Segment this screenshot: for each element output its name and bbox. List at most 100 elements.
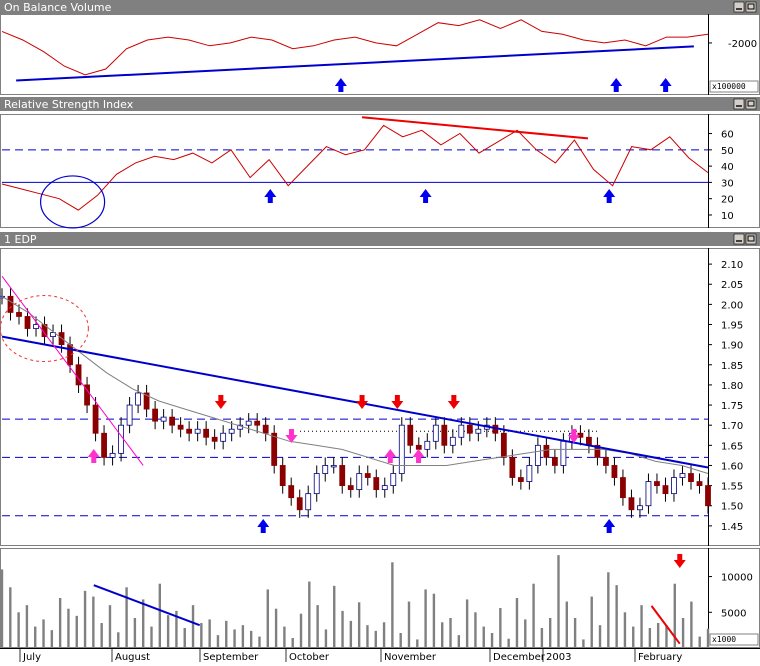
price-candle-body (534, 444, 541, 466)
volume-bar (582, 639, 585, 648)
volume-tick-label: 10000 (721, 573, 753, 584)
price-candle-body (620, 477, 626, 499)
price-candle-body (475, 428, 482, 434)
volume-bar (524, 619, 527, 648)
volume-bar (241, 625, 245, 648)
price-candle-body (603, 457, 609, 466)
price-candle-body (262, 424, 269, 434)
price-title-bar[interactable] (0, 232, 760, 246)
price-candle-body (313, 473, 320, 495)
volume-bar (158, 583, 162, 648)
volume-bar (308, 581, 311, 648)
volume-bar (200, 623, 203, 648)
price-candle-body (194, 428, 201, 434)
volume-bar (474, 612, 477, 648)
rsi-tick-label: 40 (721, 162, 734, 173)
obv-panel-frame (0, 14, 760, 95)
price-candle-body (109, 452, 116, 458)
volume-bar (432, 593, 436, 648)
price-candle-body (330, 465, 337, 468)
price-tick-label: 1.70 (721, 421, 743, 432)
price-candle-body (637, 505, 643, 511)
volume-bar (150, 626, 153, 648)
price-candle-body (152, 408, 159, 422)
price-candle-body (186, 428, 193, 434)
month-label: 2003 (546, 652, 571, 662)
price-minimize-icon[interactable] (733, 233, 745, 245)
price-candle-body (305, 493, 312, 511)
volume-bar (515, 598, 519, 648)
price-candle-body (381, 485, 388, 491)
price-candle-body (203, 428, 210, 438)
volume-bar (457, 635, 461, 648)
volume-bar (17, 612, 20, 648)
rsi-panel-frame (0, 114, 760, 228)
price-candle-body (288, 485, 295, 499)
volume-bar (499, 608, 502, 648)
price-candle-body (696, 481, 703, 486)
volume-bar (100, 623, 103, 648)
price-candle-body (118, 424, 124, 454)
volume-bar (557, 555, 560, 648)
volume-bar (333, 585, 336, 648)
price-candle-body (373, 477, 380, 491)
volume-bar (399, 633, 402, 648)
price-candle-body (705, 485, 711, 507)
price-candle-body (654, 481, 660, 486)
rsi-tick-label: 30 (721, 178, 734, 189)
rsi-minimize-icon[interactable] (733, 98, 745, 110)
volume-tick-label: 5000 (721, 608, 746, 619)
chart-window: On Balance Volume Relative Strength Index… (0, 0, 760, 663)
month-label: September (203, 652, 259, 662)
volume-bar (283, 626, 286, 648)
volume-bar (67, 608, 70, 648)
month-label: July (22, 652, 41, 662)
price-candle-body (101, 432, 107, 458)
obv-tick-label: -2000 (728, 39, 757, 50)
volume-bar (324, 629, 328, 648)
month-label: October (289, 652, 330, 662)
volume-bar (374, 630, 377, 648)
volume-bar (299, 613, 303, 648)
volume-bar (216, 635, 220, 648)
volume-bar (548, 618, 552, 648)
price-candle-body (560, 440, 567, 466)
volume-bar (108, 605, 112, 648)
price-candle-body (160, 416, 167, 422)
obv-minimize-icon[interactable] (733, 1, 745, 13)
price-candle-body (356, 473, 363, 491)
volume-bar (565, 601, 568, 648)
price-candle-body (500, 432, 507, 458)
volume-bar (573, 618, 577, 648)
price-candle-body (517, 477, 524, 482)
price-tick-label: 1.75 (721, 401, 743, 412)
price-candle-body (7, 295, 14, 313)
volume-bar (42, 619, 45, 648)
price-candle-body (441, 424, 448, 446)
volume-bar (117, 632, 120, 648)
volume-bar (357, 602, 361, 648)
price-tick-label: 1.95 (721, 321, 743, 332)
volume-bar (183, 628, 186, 648)
price-candle-body (254, 420, 261, 426)
volume-bar (607, 572, 610, 648)
volume-bar (233, 629, 236, 648)
volume-bar (25, 605, 29, 648)
rsi-tick-label: 10 (721, 211, 734, 222)
price-tick-label: 1.65 (721, 441, 743, 452)
price-candle-body (135, 392, 141, 406)
month-label: November (384, 652, 437, 662)
volume-bar (391, 562, 394, 648)
volume-bar (632, 626, 635, 648)
obv-title: On Balance Volume (4, 1, 112, 14)
volume-bar (266, 589, 269, 648)
obv-title-bar[interactable] (0, 0, 760, 14)
price-candle-body (92, 404, 99, 434)
price-candle-body (543, 444, 550, 458)
price-candle-body (679, 473, 686, 478)
volume-bar (441, 622, 444, 648)
volume-bar (532, 583, 535, 648)
price-tick-label: 1.45 (721, 522, 743, 533)
volume-bar (640, 605, 643, 648)
volume-bar (465, 599, 469, 648)
